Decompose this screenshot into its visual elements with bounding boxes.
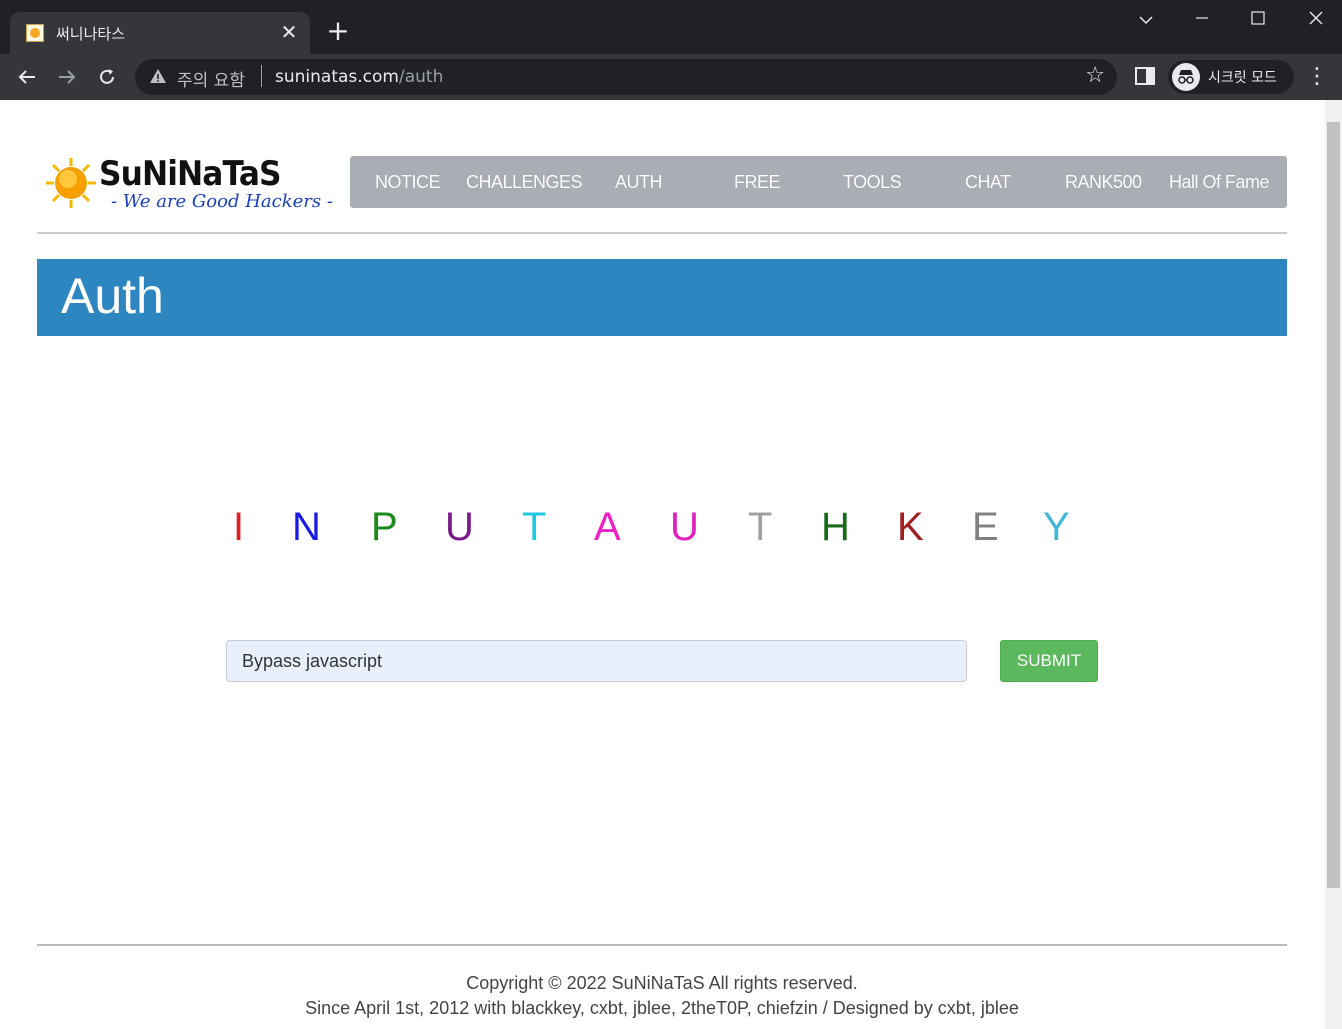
auth-key-letter: I — [233, 505, 245, 549]
nav-tools[interactable]: TOOLS — [843, 156, 902, 208]
url-host: suninatas.com — [275, 67, 399, 87]
auth-key-letter: A — [594, 505, 621, 549]
scrollbar-thumb[interactable] — [1327, 122, 1340, 888]
nav-auth[interactable]: AUTH — [615, 156, 663, 208]
bookmark-star-icon[interactable]: ☆ — [1085, 63, 1105, 88]
reload-icon[interactable] — [93, 63, 121, 91]
auth-key-letter: Y — [1043, 505, 1070, 549]
nav-free[interactable]: FREE — [734, 156, 781, 208]
browser-toolbar: 주의 요함 suninatas.com/auth ☆ 시크릿 모드 ⋮ — [0, 54, 1342, 100]
forward-arrow-icon[interactable] — [53, 63, 81, 91]
footer-divider — [37, 944, 1287, 946]
auth-key-letter: H — [821, 505, 850, 549]
main-navigation: NOTICE CHALLENGES AUTH FREE TOOLS CHAT R… — [350, 156, 1287, 208]
page-banner: Auth — [37, 259, 1287, 336]
tab-close-icon[interactable]: ✕ — [278, 21, 300, 43]
page-viewport: SuNiNaTaS - We are Good Hackers - NOTICE… — [0, 100, 1342, 1029]
auth-key-letter: T — [748, 505, 773, 549]
logo-title: SuNiNaTaS — [99, 154, 282, 194]
url-path: /auth — [398, 67, 444, 87]
nav-hall-of-fame[interactable]: Hall Of Fame — [1169, 156, 1270, 208]
header-divider — [37, 232, 1287, 234]
nav-notice[interactable]: NOTICE — [375, 156, 441, 208]
security-warning-label[interactable]: 주의 요함 — [177, 66, 245, 91]
nav-challenges[interactable]: CHALLENGES — [466, 156, 583, 208]
auth-key-letter: U — [670, 505, 699, 549]
nav-rank500[interactable]: RANK500 — [1065, 156, 1142, 208]
auth-key-input[interactable] — [226, 640, 967, 682]
browser-tab-strip: 써니나타스 ✕ + — [0, 0, 1342, 54]
address-bar[interactable]: 주의 요함 suninatas.com/auth ☆ — [135, 59, 1117, 95]
sun-logo-icon — [46, 158, 96, 208]
incognito-icon — [1172, 63, 1200, 91]
auth-key-letter: N — [292, 505, 321, 549]
auth-key-letter: E — [972, 505, 999, 549]
browser-tab[interactable]: 써니나타스 ✕ — [10, 12, 310, 54]
site-logo[interactable]: SuNiNaTaS - We are Good Hackers - — [44, 154, 333, 218]
warning-icon[interactable] — [149, 67, 167, 85]
auth-key-letter: K — [897, 505, 924, 549]
back-arrow-icon[interactable] — [13, 63, 41, 91]
logo-tagline: - We are Good Hackers - — [111, 191, 333, 212]
url-divider — [261, 65, 262, 87]
side-panel-icon[interactable] — [1135, 67, 1155, 85]
site-favicon-icon — [26, 24, 44, 42]
footer-credits: Since April 1st, 2012 with blackkey, cxb… — [305, 998, 1019, 1018]
auth-key-letter: U — [445, 505, 474, 549]
nav-chat[interactable]: CHAT — [965, 156, 1011, 208]
minimize-icon[interactable] — [1182, 6, 1222, 34]
tab-search-icon[interactable] — [1126, 6, 1166, 34]
new-tab-button[interactable]: + — [324, 17, 352, 46]
submit-button[interactable]: SUBMIT — [1000, 640, 1098, 682]
browser-menu-icon[interactable]: ⋮ — [1306, 64, 1328, 90]
footer-copyright: Copyright © 2022 SuNiNaTaS All rights re… — [466, 973, 858, 993]
page-title: Auth — [61, 268, 164, 324]
window-close-icon[interactable] — [1296, 6, 1336, 34]
auth-key-letter: T — [522, 505, 547, 549]
url-text[interactable]: suninatas.com/auth — [275, 67, 443, 87]
tab-title: 써니나타스 — [56, 25, 126, 43]
vertical-scrollbar[interactable] — [1325, 100, 1342, 1029]
auth-key-letter: P — [371, 505, 398, 549]
maximize-icon[interactable] — [1238, 6, 1278, 34]
incognito-label: 시크릿 모드 — [1208, 70, 1277, 86]
incognito-indicator[interactable]: 시크릿 모드 — [1168, 60, 1294, 94]
